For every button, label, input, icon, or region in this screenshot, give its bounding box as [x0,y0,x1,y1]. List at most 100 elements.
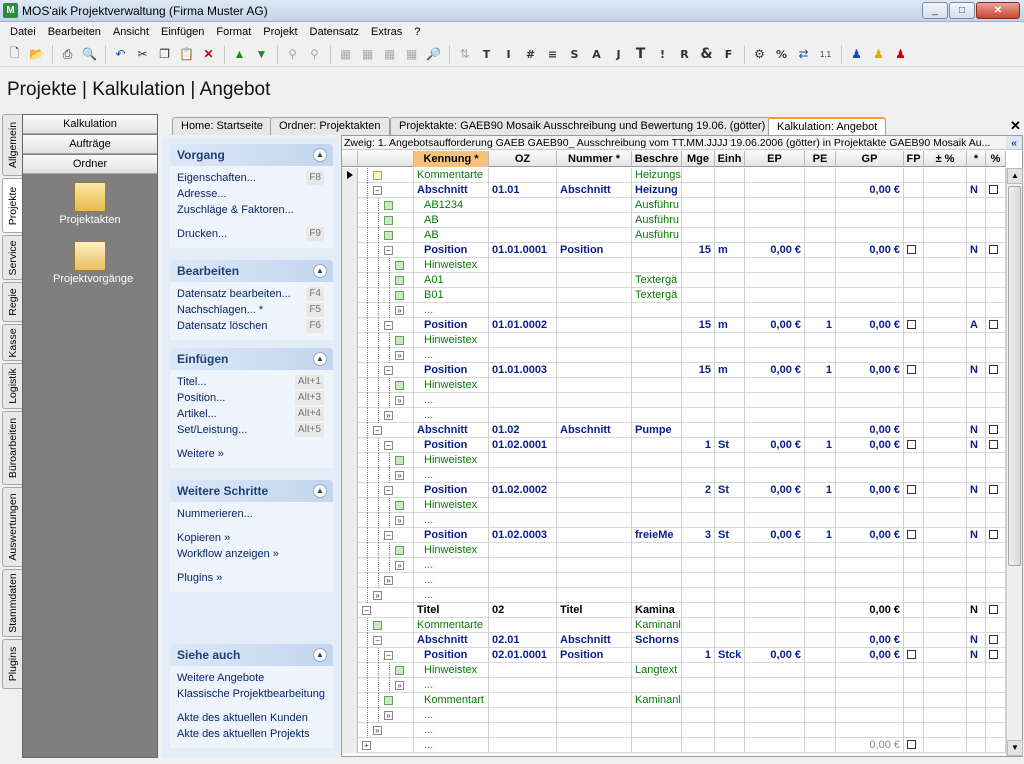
plusminus-cell[interactable] [924,393,967,408]
plusminus-cell[interactable] [924,558,967,573]
plusminus-cell[interactable] [924,378,967,393]
undo-icon[interactable]: ↶ [110,44,131,65]
cell-b[interactable]: Ausführu [632,198,682,213]
table-row[interactable]: »... [342,723,1006,738]
cell-b[interactable] [632,498,682,513]
cell-s[interactable] [967,588,986,603]
cell-s[interactable]: N [967,363,986,378]
fp-cell[interactable] [904,303,924,318]
fp-cell[interactable] [904,678,924,693]
column-header[interactable]: Mge [682,151,715,167]
cell-nr[interactable] [557,438,632,453]
tab-home[interactable]: Home: Startseite [172,117,272,135]
cell-k[interactable]: A01 [414,273,489,288]
table-row[interactable]: − Titel 02 Titel Kamina 0,00 € N [342,603,1006,618]
row-selector[interactable] [342,558,358,573]
task-group-header[interactable]: Bearbeiten ▲ [170,260,333,282]
insert-amp-icon[interactable]: & [696,44,717,65]
fp-cell[interactable] [904,723,924,738]
cell-b[interactable] [632,243,682,258]
table-row[interactable]: Hinweistex [342,378,1006,393]
cell-e[interactable] [715,723,745,738]
nav-ordner[interactable]: Ordner [23,155,157,174]
cell-k[interactable]: Abschnitt [414,183,489,198]
cell-nr[interactable] [557,558,632,573]
cell-e[interactable] [715,303,745,318]
task-item[interactable]: Artikel... Alt+4 [177,406,333,422]
task-group-header[interactable]: Vorgang ▲ [170,144,333,166]
cell-e[interactable] [715,603,745,618]
task-item[interactable]: Position... Alt+3 [177,390,333,406]
cell-nr[interactable]: Abschnitt [557,183,632,198]
more-node-icon[interactable]: » [395,561,404,570]
plusminus-cell[interactable] [924,453,967,468]
more-node-icon[interactable]: » [384,711,393,720]
cell-ep[interactable]: 0,00 € [745,648,805,663]
nav-projektakten[interactable]: Projektakten [53,182,127,226]
cell-ep[interactable] [745,603,805,618]
cell-s[interactable] [967,273,986,288]
cell-k[interactable]: Hinweistex [414,498,489,513]
cell-oz[interactable] [489,258,557,273]
checkbox[interactable] [989,649,998,659]
cell-b[interactable] [632,543,682,558]
cell-e[interactable] [715,498,745,513]
cell-e[interactable] [715,333,745,348]
cell-ep[interactable] [745,738,805,753]
task-item[interactable]: Set/Leistung... Alt+5 [177,422,333,438]
cell-oz[interactable] [489,513,557,528]
cell-pe[interactable] [805,633,836,648]
percent-cell[interactable] [986,348,1006,363]
cell-nr[interactable] [557,393,632,408]
percent-cell[interactable] [986,678,1006,693]
plusminus-cell[interactable] [924,228,967,243]
view-4-icon[interactable]: ▦ [401,44,422,65]
cell-gp[interactable] [836,213,904,228]
fp-cell[interactable] [904,243,924,258]
row-selector[interactable] [342,423,358,438]
cell-e[interactable] [715,618,745,633]
plusminus-cell[interactable] [924,483,967,498]
insert-t-icon[interactable]: T [476,44,497,65]
cell-pe[interactable] [805,513,836,528]
move-up-icon[interactable]: ▲ [229,44,250,65]
cell-e[interactable] [715,588,745,603]
insert-f-icon[interactable]: F [718,44,739,65]
cell-oz[interactable]: 01.02.0002 [489,483,557,498]
checkbox[interactable] [907,364,916,374]
cell-nr[interactable] [557,663,632,678]
cell-k[interactable]: AB [414,228,489,243]
cell-k[interactable]: Hinweistex [414,258,489,273]
cell-k[interactable]: Hinweistex [414,333,489,348]
percent-cell[interactable] [986,738,1006,753]
table-row[interactable]: »... [342,468,1006,483]
percent-cell[interactable] [986,453,1006,468]
minimize-button[interactable]: _ [922,2,948,19]
cell-k[interactable]: ... [414,573,489,588]
table-row[interactable]: Hinweistex [342,258,1006,273]
cell-gp[interactable] [836,543,904,558]
cell-s[interactable] [967,573,986,588]
cell-pe[interactable]: 1 [805,438,836,453]
cell-oz[interactable] [489,558,557,573]
cell-k[interactable]: Kommentarte [414,168,489,183]
cell-m[interactable] [682,303,715,318]
cell-pe[interactable] [805,543,836,558]
collapse-panel-icon[interactable]: « [1006,136,1022,149]
fp-cell[interactable] [904,618,924,633]
cell-k[interactable]: ... [414,708,489,723]
fp-cell[interactable] [904,288,924,303]
cell-m[interactable]: 15 [682,243,715,258]
cell-pe[interactable] [805,723,836,738]
cell-b[interactable]: Kaminanl [632,618,682,633]
cell-gp[interactable] [836,333,904,348]
collapse-group-icon[interactable]: ▲ [313,352,327,366]
column-header[interactable]: FP [904,151,924,167]
table-row[interactable]: − Position 01.01.0002 15 m 0,00 € 1 0,00 € A [342,318,1006,333]
cell-s[interactable] [967,693,986,708]
cell-nr[interactable] [557,618,632,633]
find-icon[interactable]: ⚲ [282,44,303,65]
cell-gp[interactable]: 0,00 € [836,183,904,198]
percent-cell[interactable] [986,573,1006,588]
cell-b[interactable]: Langtext [632,663,682,678]
